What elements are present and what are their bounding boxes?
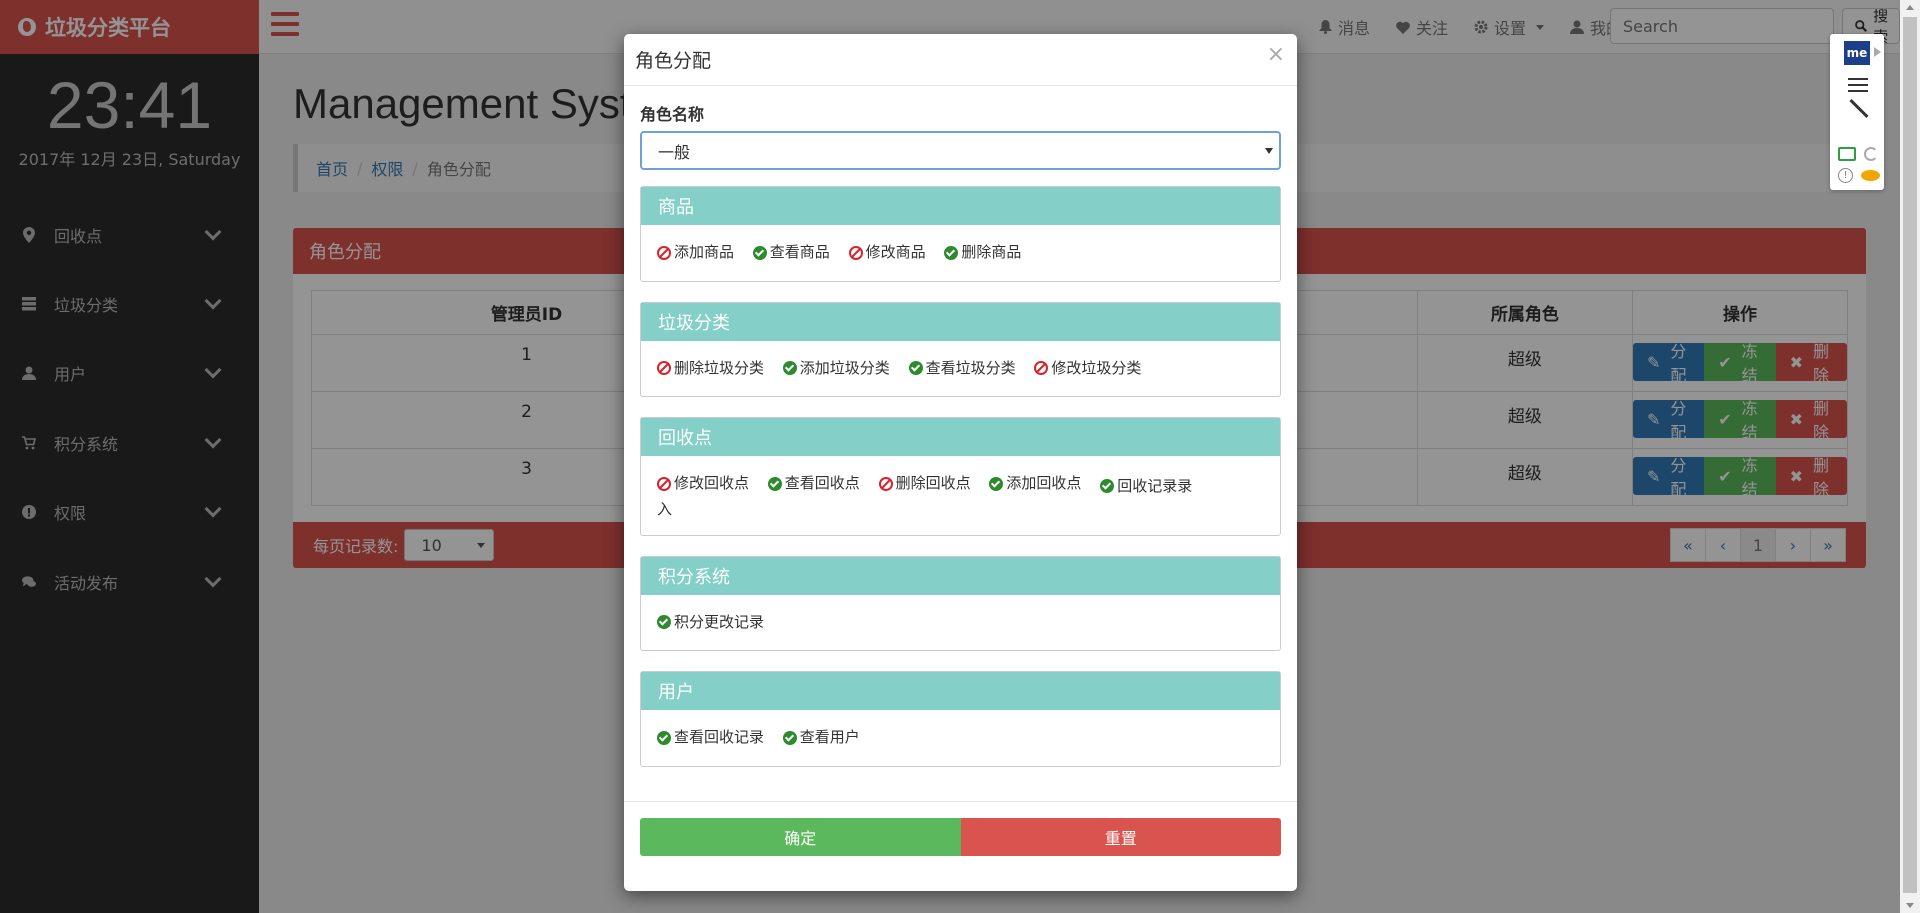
check-circle-icon [782, 361, 797, 375]
permission-label: 查看商品 [769, 243, 830, 261]
permission-group-goods: 商品 添加商品 查看商品 修改商品 删除商品 [640, 186, 1281, 282]
permission-item[interactable]: 修改垃圾分类 [1034, 357, 1141, 380]
check-circle-icon [989, 476, 1004, 491]
permission-label: 删除回收点 [895, 474, 971, 492]
permission-group-points-system: 积分系统 积分更改记录 [640, 555, 1281, 651]
permission-group-body: 添加商品 查看商品 修改商品 删除商品 [641, 225, 1280, 281]
extension-toolbar: me ! [1830, 34, 1884, 190]
caret-down-icon [1265, 148, 1273, 154]
modal-title: 角色分配 [635, 50, 712, 72]
check-circle-icon [752, 245, 767, 260]
refresh-icon[interactable] [1864, 147, 1878, 161]
scrollbar-thumb[interactable] [1903, 17, 1917, 893]
reset-button[interactable]: 重置 [960, 818, 1281, 856]
permission-group-title: 积分系统 [641, 556, 1280, 595]
ban-icon [848, 245, 863, 260]
permission-label: 查看回收记录 [674, 728, 765, 746]
menu-icon[interactable] [1848, 78, 1868, 92]
permission-group-body: 删除垃圾分类 添加垃圾分类 查看垃圾分类 修改垃圾分类 [641, 341, 1280, 397]
permission-group-title: 用户 [641, 672, 1280, 710]
permission-group-body: 积分更改记录 [641, 595, 1280, 651]
permission-label: 修改回收点 [674, 474, 750, 492]
confirm-button[interactable]: 确定 [640, 818, 961, 856]
permission-item[interactable]: 删除商品 [944, 241, 1021, 264]
permission-group-recycle-points: 回收点 修改回收点 查看回收点 删除回收点 添加回收点 回收记录录入 [640, 417, 1281, 536]
check-circle-icon [767, 476, 782, 491]
ban-icon [657, 476, 671, 491]
permission-item[interactable]: 查看回收点 [767, 472, 860, 495]
permission-label: 积分更改记录 [674, 612, 765, 631]
extension-badge[interactable]: me [1844, 41, 1870, 65]
permission-item[interactable]: 查看商品 [752, 241, 830, 264]
modal-footer: 确定 重置 [624, 801, 1297, 872]
permission-item[interactable]: 查看垃圾分类 [908, 357, 1016, 380]
permission-item[interactable]: 修改回收点 [657, 472, 749, 495]
permission-label: 修改商品 [865, 243, 926, 261]
permission-group-title: 垃圾分类 [641, 302, 1280, 341]
permission-group-body: 修改回收点 查看回收点 删除回收点 添加回收点 回收记录录入 [641, 456, 1280, 535]
warning-icon[interactable]: ! [1838, 168, 1853, 183]
permission-label: 修改垃圾分类 [1051, 358, 1142, 377]
permission-item[interactable]: 积分更改记录 [657, 611, 764, 634]
permission-label: 删除商品 [961, 243, 1022, 261]
role-name-select[interactable]: 一般 [640, 131, 1281, 170]
modal-header: 角色分配 × [624, 34, 1297, 86]
check-circle-icon [908, 361, 923, 375]
eye-icon[interactable] [1861, 170, 1880, 181]
check-circle-icon [657, 615, 671, 629]
ban-icon [1034, 361, 1049, 375]
permission-item[interactable]: 查看用户 [782, 726, 860, 749]
permission-item[interactable]: 修改商品 [848, 241, 926, 264]
permission-group-body: 查看回收记录 查看用户 [641, 710, 1280, 766]
permission-item[interactable]: 添加回收点 [989, 472, 1081, 495]
magic-wand-icon[interactable] [1849, 98, 1869, 119]
permission-item[interactable]: 删除回收点 [878, 472, 971, 495]
permission-label: 删除垃圾分类 [674, 358, 765, 377]
role-name-value: 一般 [658, 142, 691, 162]
permission-label: 查看回收点 [784, 474, 860, 492]
scroll-down-arrow-icon[interactable] [1906, 903, 1914, 908]
check-circle-icon [944, 245, 959, 260]
permission-label: 查看用户 [799, 728, 860, 746]
permission-group-waste-classification: 垃圾分类 删除垃圾分类 添加垃圾分类 查看垃圾分类 修改垃圾分类 [640, 301, 1281, 397]
role-assignment-modal: 角色分配 × 角色名称 一般 商品 添加商品 查看商品 修改商品 删除商品 垃圾… [624, 34, 1297, 891]
role-name-label: 角色名称 [640, 105, 705, 124]
ban-icon [878, 476, 893, 491]
check-circle-icon [782, 730, 797, 745]
permission-item[interactable]: 添加商品 [657, 241, 734, 264]
permission-label: 查看垃圾分类 [925, 358, 1016, 377]
permission-item[interactable]: 删除垃圾分类 [657, 357, 764, 380]
scroll-up-arrow-icon[interactable] [1906, 5, 1914, 10]
close-icon[interactable]: × [1267, 42, 1285, 67]
permission-item[interactable]: 添加垃圾分类 [782, 357, 890, 380]
ban-icon [657, 361, 671, 375]
permission-label: 添加商品 [674, 243, 735, 261]
permission-label: 添加垃圾分类 [799, 358, 890, 377]
permission-label: 添加回收点 [1006, 474, 1082, 492]
permission-group-users: 用户 查看回收记录 查看用户 [640, 671, 1281, 767]
modal-body: 角色名称 一般 商品 添加商品 查看商品 修改商品 删除商品 垃圾分类 删除垃圾… [624, 86, 1297, 782]
page-scrollbar[interactable] [1900, 0, 1920, 913]
check-circle-icon [1100, 478, 1115, 493]
expand-arrow-icon[interactable] [1874, 47, 1881, 57]
check-circle-icon [657, 730, 671, 745]
cast-icon[interactable] [1838, 147, 1856, 161]
permission-item[interactable]: 查看回收记录 [657, 726, 764, 749]
permission-group-title: 回收点 [641, 418, 1280, 456]
ban-icon [657, 245, 671, 260]
permission-group-title: 商品 [641, 187, 1280, 225]
